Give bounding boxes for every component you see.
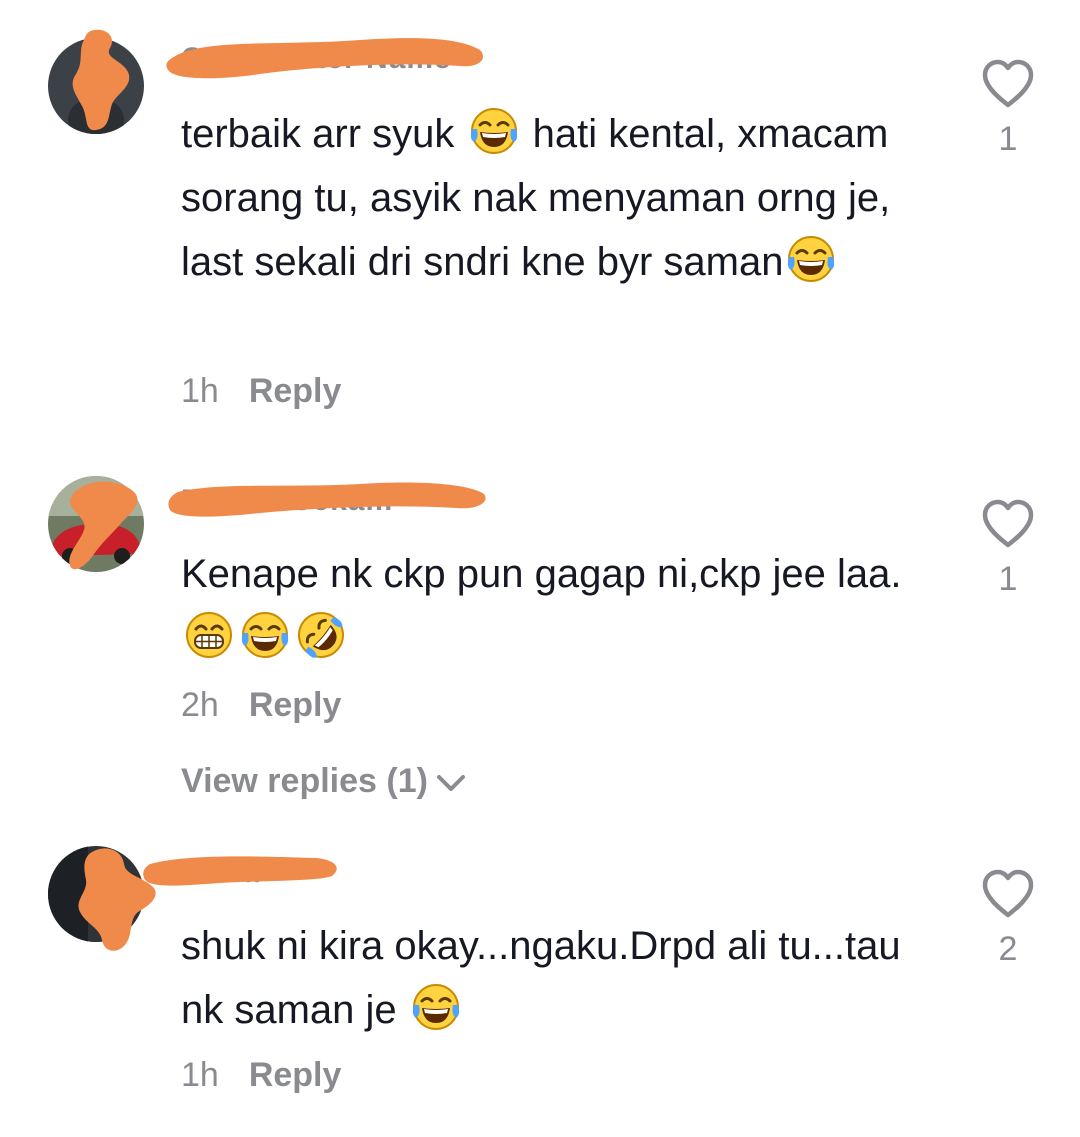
reply-button[interactable]: Reply bbox=[249, 686, 342, 724]
face-with-tears-of-joy-icon bbox=[410, 981, 462, 1033]
heart-outline-icon[interactable] bbox=[980, 498, 1036, 550]
grinning-face-icon bbox=[183, 609, 235, 661]
like-count: 2 bbox=[998, 930, 1018, 968]
comment-time: 1h bbox=[181, 1056, 219, 1094]
comment-meta: 2h Reply bbox=[181, 686, 341, 725]
comment-meta: 1h Reply bbox=[181, 1056, 341, 1095]
heart-outline-icon[interactable] bbox=[980, 58, 1036, 110]
avatar[interactable] bbox=[48, 38, 144, 134]
username[interactable]: Pakcik Sekam bbox=[181, 484, 393, 518]
face-with-tears-of-joy-icon bbox=[785, 233, 837, 285]
like-count: 1 bbox=[998, 120, 1018, 158]
like-count: 1 bbox=[998, 560, 1018, 598]
reply-button[interactable]: Reply bbox=[249, 372, 342, 410]
username[interactable]: Commenter Name bbox=[181, 42, 452, 76]
avatar[interactable] bbox=[48, 846, 144, 942]
avatar[interactable] bbox=[48, 476, 144, 572]
view-replies-button[interactable]: View replies (1) bbox=[181, 762, 468, 801]
comment-text: terbaik arr syuk hati kental, xmacam sor… bbox=[181, 102, 941, 294]
face-with-tears-of-joy-icon bbox=[468, 105, 520, 157]
view-replies-label: View replies (1) bbox=[181, 762, 428, 800]
rolling-on-floor-laughing-icon bbox=[295, 609, 347, 661]
comment-time: 2h bbox=[181, 686, 219, 724]
comment-meta: 1h Reply bbox=[181, 372, 341, 411]
comment-text: Kenape nk ckp pun gagap ni,ckp jee laa. bbox=[181, 542, 941, 670]
comment-text: shuk ni kira okay...ngaku.Drpd ali tu...… bbox=[181, 924, 901, 1033]
username[interactable]: Anna bbox=[181, 856, 260, 890]
face-with-tears-of-joy-icon bbox=[239, 609, 291, 661]
chevron-down-icon bbox=[436, 775, 465, 792]
reply-button[interactable]: Reply bbox=[249, 1056, 342, 1094]
comment-time: 1h bbox=[181, 372, 219, 410]
heart-outline-icon[interactable] bbox=[980, 868, 1036, 920]
